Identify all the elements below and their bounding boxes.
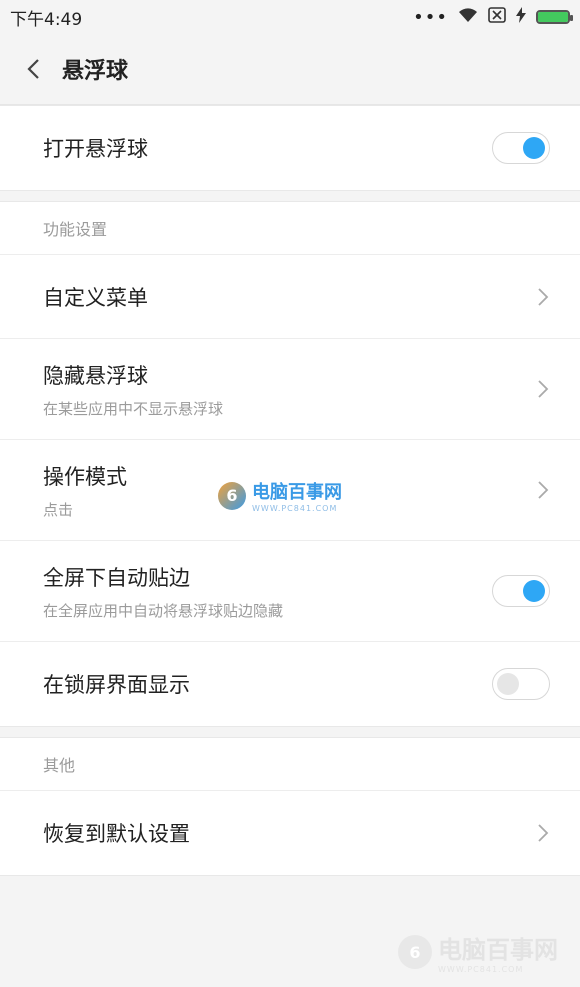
chevron-right-icon [536, 379, 550, 399]
hide-floating-ball-subtitle: 在某些应用中不显示悬浮球 [43, 399, 224, 418]
watermark-text: 电脑百事网 WWW.PC841.COM [438, 930, 558, 974]
watermark-url: WWW.PC841.COM [252, 504, 338, 513]
row-text: 全屏下自动贴边 在全屏应用中自动将悬浮球贴边隐藏 [43, 562, 283, 621]
custom-menu-row[interactable]: 自定义菜单 [0, 255, 580, 339]
toggle-knob [497, 673, 519, 695]
operation-mode-label: 操作模式 [43, 464, 127, 489]
watermark-logo-icon: 6 [218, 481, 246, 510]
watermark-text: 电脑百事网 WWW.PC841.COM [252, 478, 342, 513]
sim-x-icon [488, 6, 506, 28]
row-text: 自定义菜单 [43, 282, 148, 312]
watermark-logo-icon: 6 [398, 935, 432, 969]
toggle-knob [523, 580, 545, 602]
operation-mode-value: 点击 [43, 500, 74, 519]
row-text: 在锁屏界面显示 [43, 669, 190, 699]
main-toggle-section: 打开悬浮球 [0, 105, 580, 191]
battery-level [538, 12, 568, 22]
more-dots-icon: ••• [413, 6, 448, 28]
custom-menu-label: 自定义菜单 [43, 285, 148, 310]
watermark-center: 6 电脑百事网 WWW.PC841.COM [218, 478, 342, 513]
toggle-knob [523, 137, 545, 159]
fullscreen-auto-edge-subtitle: 在全屏应用中自动将悬浮球贴边隐藏 [43, 601, 284, 620]
watermark-title: 电脑百事网 [438, 936, 558, 964]
charging-icon [516, 6, 526, 28]
lockscreen-display-row[interactable]: 在锁屏界面显示 [0, 642, 580, 726]
lockscreen-display-toggle[interactable] [492, 668, 550, 700]
function-settings-section: 功能设置 自定义菜单 隐藏悬浮球 在某些应用中不显示悬浮球 操作模式 点击 全屏… [0, 201, 580, 727]
battery-icon [536, 10, 573, 24]
reset-defaults-row[interactable]: 恢复到默认设置 [0, 791, 580, 875]
fullscreen-auto-edge-label: 全屏下自动贴边 [43, 565, 190, 590]
row-text: 操作模式 点击 [43, 461, 127, 520]
page-title: 悬浮球 [62, 59, 129, 84]
status-bar: 下午4:49 ••• [0, 0, 580, 34]
reset-defaults-label: 恢复到默认设置 [43, 822, 190, 846]
watermark-url: WWW.PC841.COM [438, 965, 524, 974]
other-section: 其他 恢复到默认设置 [0, 737, 580, 876]
hide-floating-ball-row[interactable]: 隐藏悬浮球 在某些应用中不显示悬浮球 [0, 339, 580, 440]
chevron-right-icon [536, 287, 550, 307]
hide-floating-ball-label: 隐藏悬浮球 [43, 363, 148, 388]
fullscreen-auto-edge-row[interactable]: 全屏下自动贴边 在全屏应用中自动将悬浮球贴边隐藏 [0, 541, 580, 642]
chevron-right-icon [536, 823, 550, 843]
back-icon[interactable] [22, 58, 44, 80]
fullscreen-auto-edge-toggle[interactable] [492, 575, 550, 607]
row-text: 隐藏悬浮球 在某些应用中不显示悬浮球 [43, 360, 223, 419]
enable-floating-ball-label: 打开悬浮球 [43, 137, 148, 161]
chevron-right-icon [536, 480, 550, 500]
status-time: 下午4:49 [10, 9, 83, 30]
section-gap [0, 191, 580, 201]
other-section-header: 其他 [0, 738, 580, 791]
lockscreen-display-label: 在锁屏界面显示 [43, 673, 190, 697]
watermark-title: 电脑百事网 [252, 482, 342, 503]
wifi-icon [458, 7, 478, 28]
enable-floating-ball-row[interactable]: 打开悬浮球 [0, 106, 580, 190]
header: 悬浮球 [0, 34, 580, 105]
function-settings-header: 功能设置 [0, 202, 580, 255]
enable-floating-ball-toggle[interactable] [492, 132, 550, 164]
status-icons: ••• [413, 6, 573, 28]
watermark-corner: 6 电脑百事网 WWW.PC841.COM [398, 930, 558, 974]
section-gap [0, 727, 580, 737]
